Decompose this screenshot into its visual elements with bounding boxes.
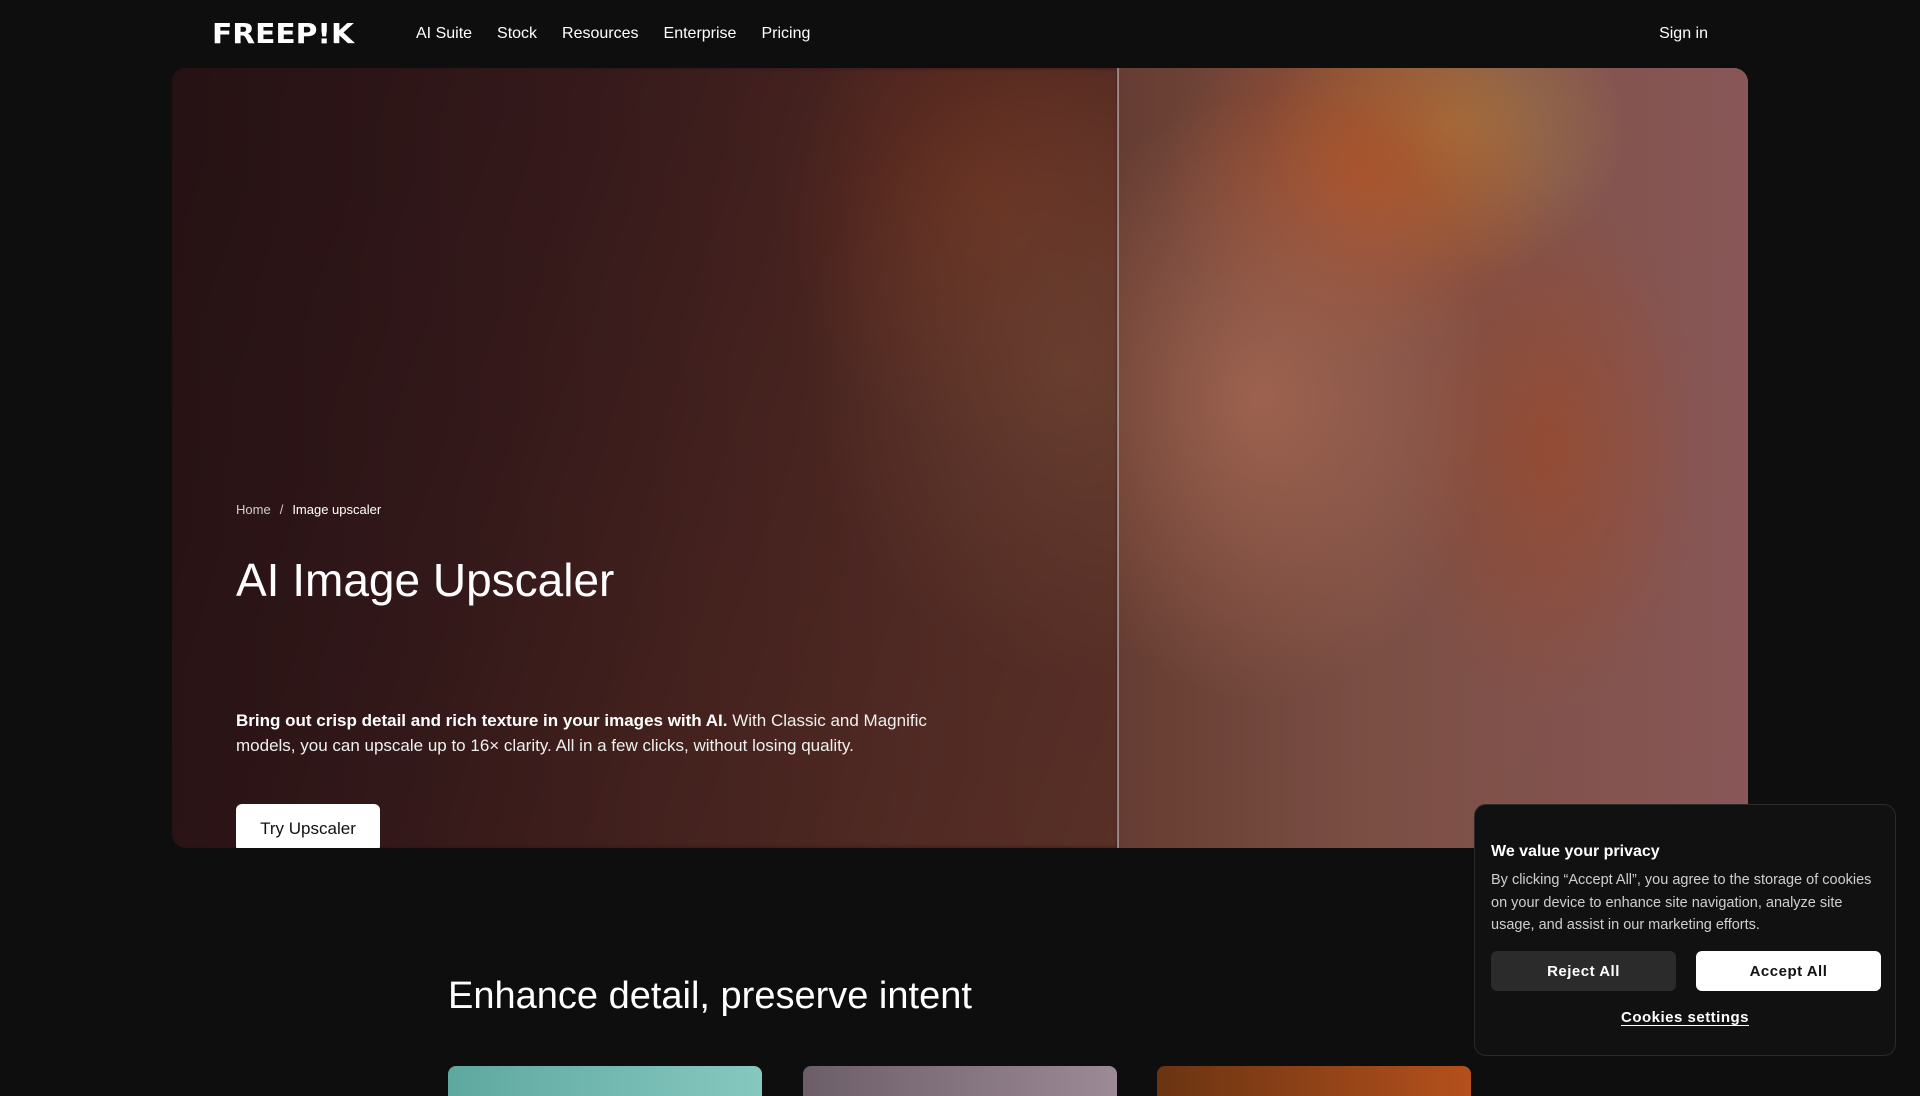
page-title: AI Image Upscaler [236, 554, 615, 606]
breadcrumb-home-link[interactable]: Home [236, 500, 271, 520]
hero-banner: Home / Image upscaler AI Image Upscaler … [172, 68, 1748, 848]
freepik-logo[interactable]: FREEP!K [212, 20, 354, 48]
nav-link-stock[interactable]: Stock [497, 22, 537, 46]
nav-link-enterprise[interactable]: Enterprise [664, 22, 737, 46]
hero-description-bold: Bring out crisp detail and rich texture … [236, 711, 728, 730]
section-title: Enhance detail, preserve intent [448, 975, 972, 1017]
accept-all-button[interactable]: Accept All [1696, 951, 1881, 991]
comparison-slider-handle[interactable] [1117, 68, 1119, 848]
breadcrumb: Home / Image upscaler [236, 500, 381, 520]
nav-link-resources[interactable]: Resources [562, 22, 638, 46]
hero-description: Bring out crisp detail and rich texture … [236, 708, 956, 758]
example-thumbnail[interactable] [803, 1066, 1117, 1096]
example-thumbnail[interactable] [448, 1066, 762, 1096]
nav-link-ai-suite[interactable]: AI Suite [416, 22, 472, 46]
breadcrumb-current: Image upscaler [292, 502, 382, 517]
example-thumbnail[interactable] [1157, 1066, 1471, 1096]
cookie-consent-banner: We value your privacy By clicking “Accep… [1474, 804, 1896, 1056]
top-navbar: FREEP!K AI Suite Stock Resources Enterpr… [0, 0, 1920, 68]
cookie-description: By clicking “Accept All”, you agree to t… [1491, 872, 1872, 933]
sign-in-link[interactable]: Sign in [1659, 22, 1708, 46]
cookie-title: We value your privacy [1491, 843, 1660, 860]
cookies-settings-link[interactable]: Cookies settings [1475, 1009, 1895, 1026]
main-nav: AI Suite Stock Resources Enterprise Pric… [416, 22, 835, 46]
reject-all-button[interactable]: Reject All [1491, 951, 1676, 991]
try-upscaler-button[interactable]: Try Upscaler [236, 804, 380, 848]
breadcrumb-separator: / [279, 502, 284, 517]
nav-link-pricing[interactable]: Pricing [761, 22, 810, 46]
